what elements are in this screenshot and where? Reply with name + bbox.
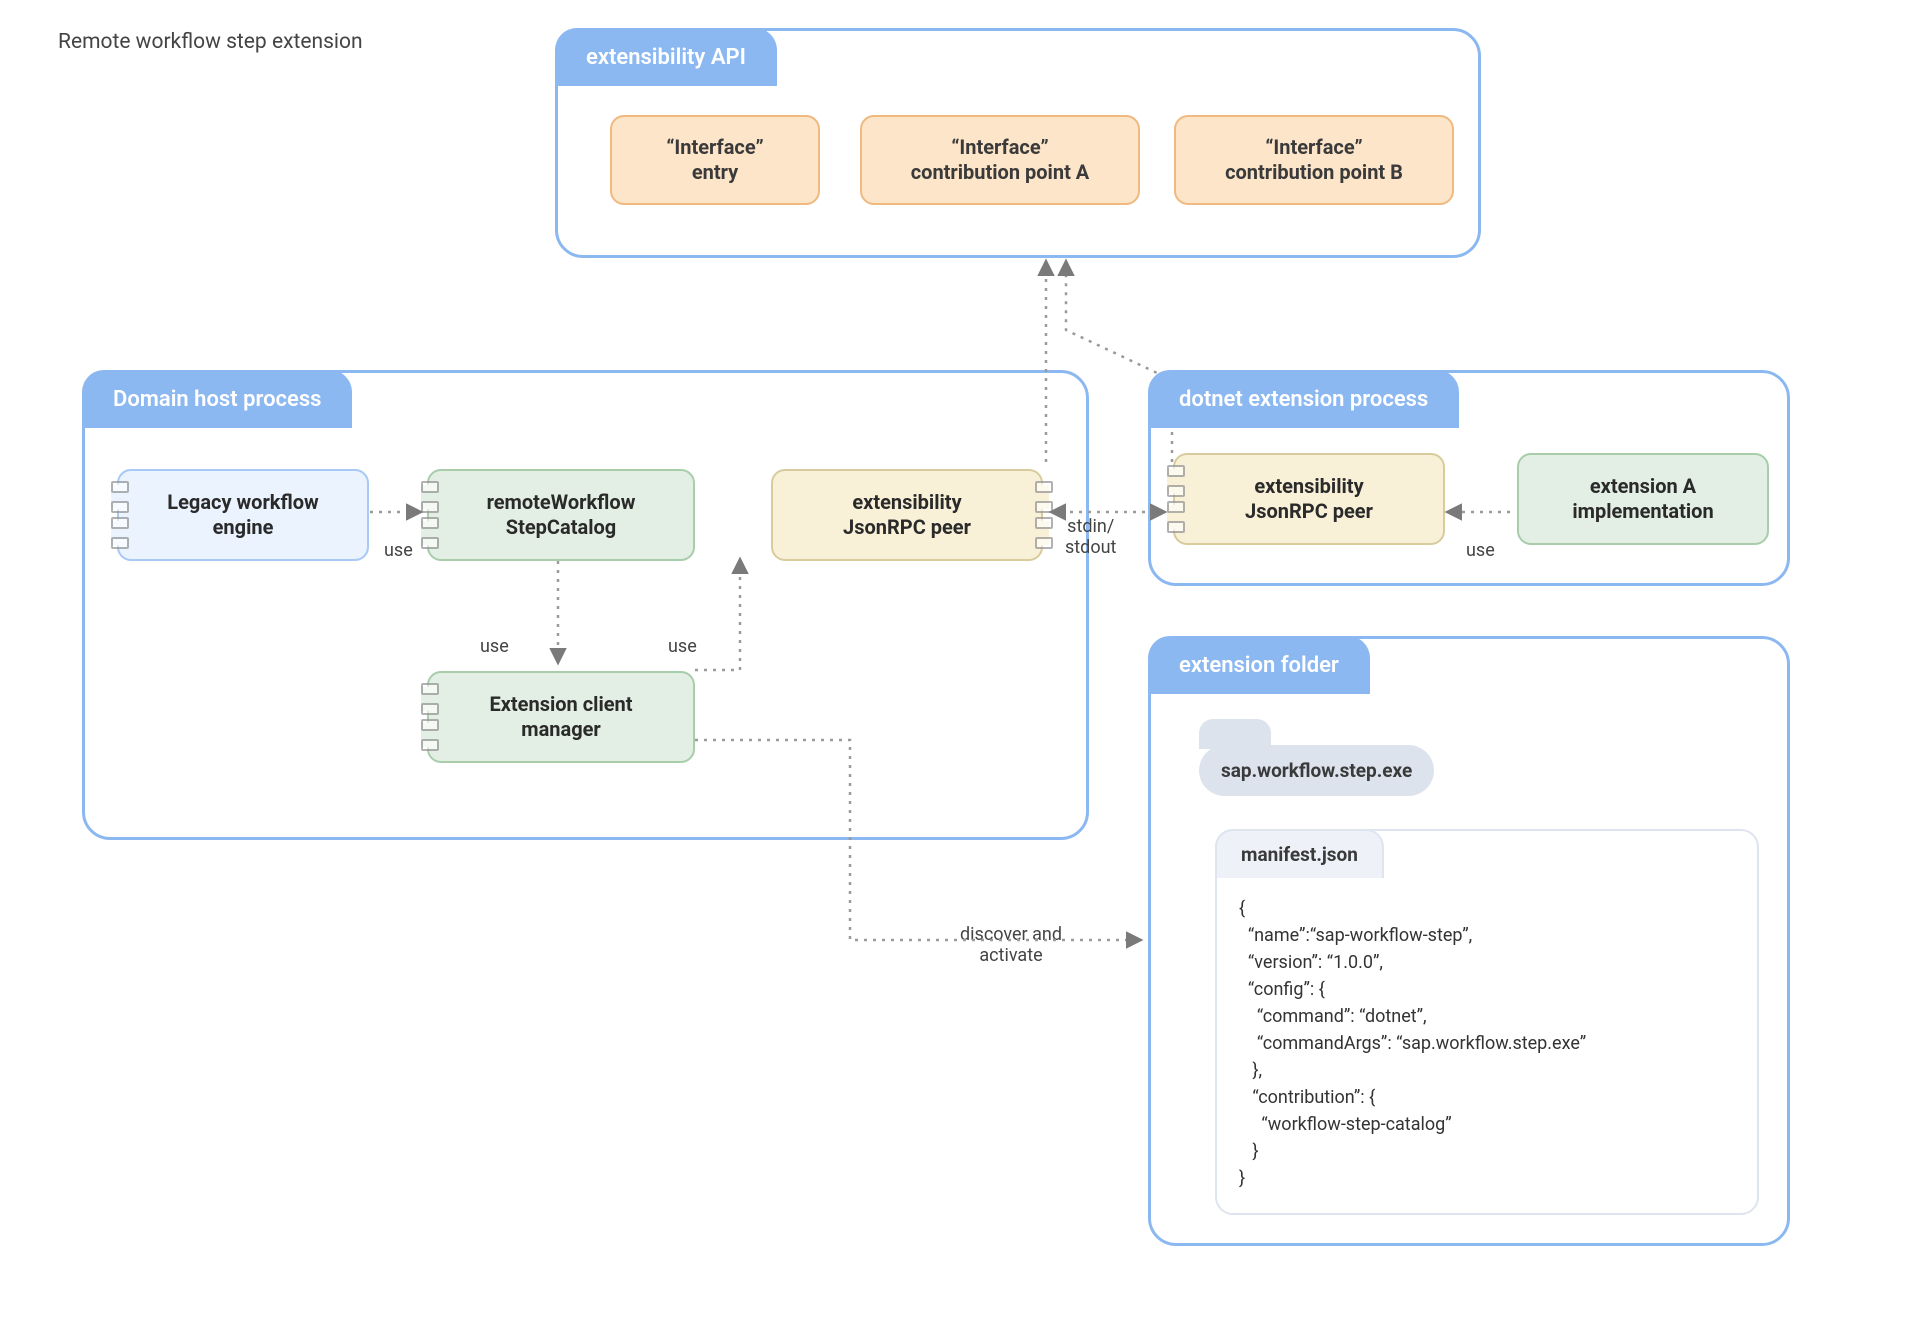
- page-title: Remote workflow step extension: [58, 30, 363, 54]
- box-extension-a-implementation: extension A implementation: [1517, 453, 1769, 545]
- container-extension-folder: extension folder sap.workflow.step.exe m…: [1148, 636, 1790, 1246]
- port-icon: [111, 485, 125, 509]
- port-icon: [1035, 521, 1049, 545]
- box-host-jsonrpc-peer: extensibility JsonRPC peer: [771, 469, 1043, 561]
- port-icon: [421, 687, 435, 711]
- text: Legacy workflow: [167, 490, 318, 515]
- container-domain-host: Domain host process Legacy workflow engi…: [82, 370, 1089, 840]
- box-remote-workflow-step-catalog: remoteWorkflow StepCatalog: [427, 469, 695, 561]
- label-use: use: [384, 540, 413, 561]
- text: extensibility: [852, 490, 961, 515]
- text: extensibility: [1254, 474, 1363, 499]
- text: JsonRPC peer: [1245, 499, 1373, 524]
- label-use: use: [668, 636, 697, 657]
- text: implementation: [1572, 499, 1713, 524]
- container-title-dotnet: dotnet extension process: [1148, 370, 1459, 428]
- container-title-api: extensibility API: [555, 28, 777, 86]
- file-manifest-card: manifest.json { “name”:“sap-workflow-ste…: [1215, 829, 1759, 1215]
- text: entry: [692, 160, 738, 185]
- label-discover-activate: discover and activate: [960, 924, 1062, 966]
- text: engine: [213, 515, 274, 540]
- text: contribution point A: [911, 160, 1090, 185]
- box-extension-client-manager: Extension client manager: [427, 671, 695, 763]
- text: Extension client: [489, 692, 632, 717]
- port-icon: [1167, 469, 1181, 493]
- port-icon: [1167, 505, 1181, 529]
- label-stdio: stdin/ stdout: [1065, 516, 1116, 558]
- text: “Interface”: [666, 135, 763, 160]
- file-manifest-body: { “name”:“sap-workflow-step”, “version”:…: [1239, 895, 1735, 1192]
- label-use: use: [480, 636, 509, 657]
- box-legacy-workflow-engine: Legacy workflow engine: [117, 469, 369, 561]
- port-icon: [1035, 485, 1049, 509]
- box-interface-cpb: “Interface” contribution point B: [1174, 115, 1454, 205]
- container-title-folder: extension folder: [1148, 636, 1370, 694]
- box-interface-entry: “Interface” entry: [610, 115, 820, 205]
- port-icon: [421, 521, 435, 545]
- text: JsonRPC peer: [843, 515, 971, 540]
- port-icon: [421, 485, 435, 509]
- text: StepCatalog: [506, 515, 616, 540]
- text: manager: [521, 717, 601, 742]
- file-exe: sap.workflow.step.exe: [1199, 745, 1434, 796]
- text: extension A: [1590, 474, 1696, 499]
- file-manifest-title: manifest.json: [1215, 829, 1384, 878]
- box-dotnet-jsonrpc-peer: extensibility JsonRPC peer: [1173, 453, 1445, 545]
- container-extensibility-api: extensibility API “Interface” entry “Int…: [555, 28, 1481, 258]
- text: remoteWorkflow: [487, 490, 636, 515]
- container-title-host: Domain host process: [82, 370, 352, 428]
- label-use: use: [1466, 540, 1495, 561]
- box-interface-cpa: “Interface” contribution point A: [860, 115, 1140, 205]
- text: “Interface”: [951, 135, 1048, 160]
- port-icon: [421, 723, 435, 747]
- text: contribution point B: [1225, 160, 1403, 185]
- text: “Interface”: [1265, 135, 1362, 160]
- port-icon: [111, 521, 125, 545]
